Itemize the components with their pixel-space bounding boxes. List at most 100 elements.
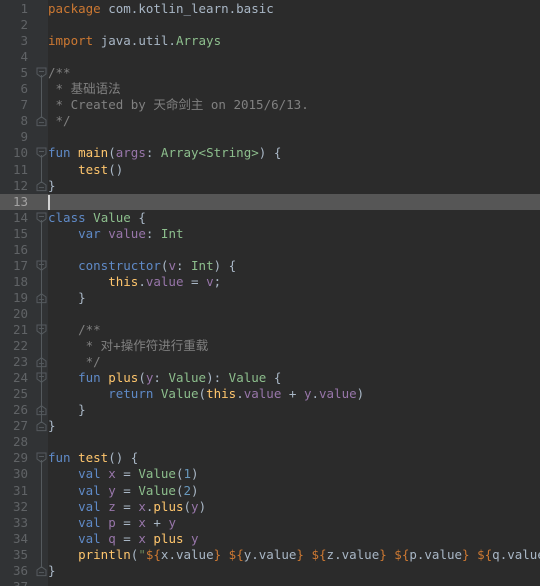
code-text[interactable]: fun main(args: Array<String>) { (48, 145, 281, 161)
code-text[interactable]: constructor(v: Int) { (48, 258, 236, 274)
code-text[interactable]: return Value(this.value + y.value) (48, 386, 364, 402)
code-line[interactable]: 16 (0, 242, 540, 258)
line-number[interactable]: 30 (0, 466, 28, 482)
code-line[interactable]: 10 fun main(args: Array<String>) { (0, 145, 540, 161)
line-number[interactable]: 10 (0, 145, 28, 161)
line-number[interactable]: 16 (0, 242, 28, 258)
code-line[interactable]: 7 * Created by 天命剑主 on 2015/6/13. (0, 97, 540, 113)
code-editor[interactable]: 1 package com.kotlin_learn.basic 2 3 import … (0, 0, 540, 586)
code-text[interactable]: class Value { (48, 210, 146, 226)
line-number[interactable]: 11 (0, 162, 28, 178)
code-line[interactable]: 24 fun plus(y: Value): Value { (0, 370, 540, 386)
line-number[interactable]: 17 (0, 258, 28, 274)
code-line[interactable]: 12} (0, 178, 540, 194)
line-number[interactable]: 32 (0, 499, 28, 515)
code-line[interactable]: 22 * 对+操作符进行重载 (0, 338, 540, 354)
code-line[interactable]: 32 val z = x.plus(y) (0, 499, 540, 515)
code-line[interactable]: 35 println("${x.value} ${y.value} ${z.va… (0, 547, 540, 563)
code-line[interactable]: 9 (0, 129, 540, 145)
code-line[interactable]: 33 val p = x + y (0, 515, 540, 531)
code-text[interactable]: /** (48, 322, 101, 338)
code-text[interactable]: * 基础语法 (48, 81, 121, 97)
code-text[interactable]: } (48, 402, 86, 418)
code-text[interactable]: */ (48, 354, 101, 370)
code-text[interactable]: import java.util.Arrays (48, 33, 221, 49)
code-text[interactable]: } (48, 563, 56, 579)
code-line[interactable]: 17 constructor(v: Int) { (0, 258, 540, 274)
code-text[interactable]: fun plus(y: Value): Value { (48, 370, 281, 386)
line-number[interactable]: 25 (0, 386, 28, 402)
line-number[interactable]: 33 (0, 515, 28, 531)
code-line[interactable]: 19 } (0, 290, 540, 306)
code-line[interactable]: 25 return Value(this.value + y.value) (0, 386, 540, 402)
code-line[interactable]: 37 (0, 579, 540, 586)
code-line[interactable]: 29 fun test() { (0, 450, 540, 466)
code-line[interactable]: 34 val q = x plus y (0, 531, 540, 547)
line-number[interactable]: 36 (0, 563, 28, 579)
line-number[interactable]: 37 (0, 579, 28, 586)
code-text[interactable]: } (48, 290, 86, 306)
code-line[interactable]: 20 (0, 306, 540, 322)
line-number[interactable]: 12 (0, 178, 28, 194)
line-number[interactable]: 28 (0, 434, 28, 450)
code-text[interactable]: test() (48, 162, 123, 178)
code-line[interactable]: 4 (0, 49, 540, 65)
line-number[interactable]: 29 (0, 450, 28, 466)
line-number[interactable]: 23 (0, 354, 28, 370)
code-line[interactable]: 11 test() (0, 162, 540, 178)
code-text[interactable]: val p = x + y (48, 515, 176, 531)
code-line[interactable]: 27} (0, 418, 540, 434)
code-text[interactable]: var value: Int (48, 226, 183, 242)
code-line[interactable]: 3 import java.util.Arrays (0, 33, 540, 49)
line-number[interactable]: 24 (0, 370, 28, 386)
line-number[interactable]: 7 (0, 97, 28, 113)
code-line[interactable]: 15 var value: Int (0, 226, 540, 242)
line-number[interactable]: 4 (0, 49, 28, 65)
code-text[interactable]: } (48, 418, 56, 434)
line-number[interactable]: 27 (0, 418, 28, 434)
code-text[interactable]: fun test() { (48, 450, 138, 466)
line-number[interactable]: 34 (0, 531, 28, 547)
line-number[interactable]: 22 (0, 338, 28, 354)
line-number[interactable]: 20 (0, 306, 28, 322)
code-text[interactable]: this.value = v; (48, 274, 221, 290)
line-number[interactable]: 18 (0, 274, 28, 290)
line-number[interactable]: 8 (0, 113, 28, 129)
code-line[interactable]: 23 */ (0, 354, 540, 370)
line-number[interactable]: 14 (0, 210, 28, 226)
code-line[interactable]: 14 class Value { (0, 210, 540, 226)
line-number[interactable]: 2 (0, 17, 28, 33)
code-text[interactable]: * Created by 天命剑主 on 2015/6/13. (48, 97, 309, 113)
line-number[interactable]: 21 (0, 322, 28, 338)
code-text[interactable]: println("${x.value} ${y.value} ${z.value… (48, 547, 540, 563)
line-number[interactable]: 6 (0, 81, 28, 97)
code-line[interactable]: 30 val x = Value(1) (0, 466, 540, 482)
code-text[interactable]: val q = x plus y (48, 531, 198, 547)
code-line[interactable]: 2 (0, 17, 540, 33)
line-number[interactable]: 13 (0, 194, 28, 210)
code-line[interactable]: 28 (0, 434, 540, 450)
line-number[interactable]: 26 (0, 402, 28, 418)
code-line[interactable]: 21 /** (0, 322, 540, 338)
code-text[interactable]: package com.kotlin_learn.basic (48, 1, 274, 17)
line-number[interactable]: 19 (0, 290, 28, 306)
code-line[interactable]: 6 * 基础语法 (0, 81, 540, 97)
code-text[interactable]: val x = Value(1) (48, 466, 198, 482)
code-line[interactable]: 31 val y = Value(2) (0, 483, 540, 499)
line-number[interactable]: 5 (0, 65, 28, 81)
code-text[interactable]: /** (48, 65, 71, 81)
code-text[interactable]: val y = Value(2) (48, 483, 198, 499)
code-line[interactable]: 18 this.value = v; (0, 274, 540, 290)
code-line[interactable]: 5 /** (0, 65, 540, 81)
code-line[interactable]: 26 } (0, 402, 540, 418)
line-number[interactable]: 15 (0, 226, 28, 242)
line-number[interactable]: 9 (0, 129, 28, 145)
code-line[interactable]: 8 */ (0, 113, 540, 129)
line-number[interactable]: 35 (0, 547, 28, 563)
code-text[interactable]: val z = x.plus(y) (48, 499, 206, 515)
line-number[interactable]: 31 (0, 483, 28, 499)
code-text[interactable]: */ (48, 113, 71, 129)
line-number[interactable]: 1 (0, 1, 28, 17)
code-line[interactable]: 36} (0, 563, 540, 579)
code-text[interactable]: * 对+操作符进行重载 (48, 338, 209, 354)
